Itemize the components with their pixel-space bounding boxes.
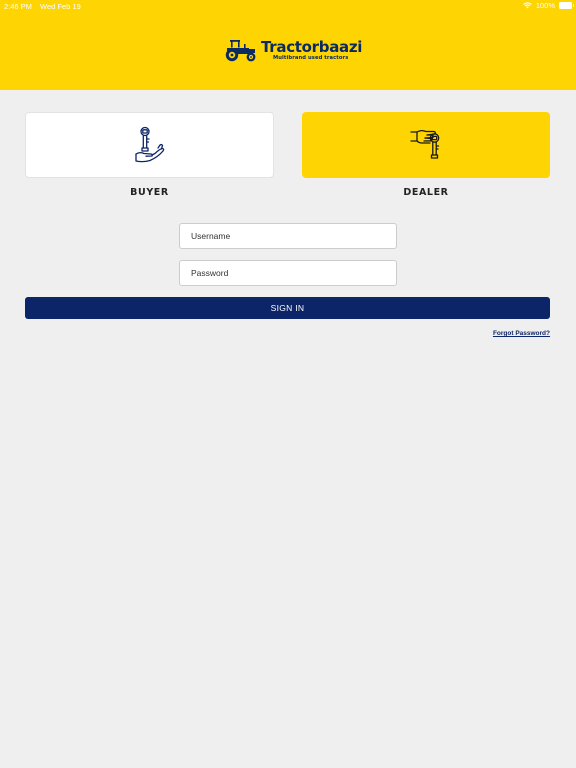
dealer-role-card[interactable] [302, 112, 550, 178]
status-bar: 2:46 PM Wed Feb 19 100% [0, 0, 576, 12]
brand-tagline: Multibrand used tractors [273, 55, 349, 61]
sign-in-button[interactable]: SIGN IN [25, 297, 550, 319]
status-time: 2:46 PM [4, 2, 32, 11]
password-input[interactable] [179, 260, 397, 286]
buyer-role-card[interactable] [25, 112, 274, 178]
dealer-label: DEALER [403, 187, 449, 198]
buyer-label: BUYER [130, 187, 169, 198]
wifi-icon [523, 2, 532, 9]
status-date: Wed Feb 19 [40, 2, 81, 11]
username-input[interactable] [179, 223, 397, 249]
hand-giving-key-icon [410, 129, 440, 159]
battery-icon [559, 2, 574, 9]
status-right: 100% [523, 1, 574, 10]
battery-percent: 100% [535, 1, 555, 10]
app-header: 2:46 PM Wed Feb 19 100% Tractorbaazi Mul… [0, 0, 576, 90]
forgot-password-link[interactable]: Forgot Password? [493, 330, 550, 337]
brand-logo: Tractorbaazi Multibrand used tractors [222, 36, 362, 66]
tractor-icon [225, 40, 256, 62]
status-left: 2:46 PM Wed Feb 19 [4, 2, 87, 11]
hand-key-icon [134, 126, 164, 163]
